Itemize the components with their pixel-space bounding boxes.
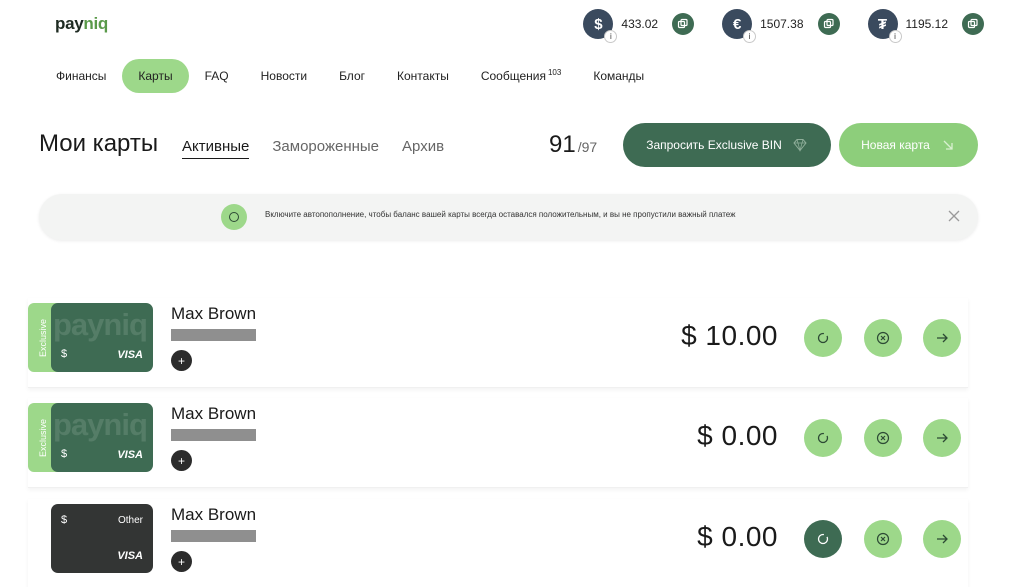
card-balance: $ 0.00 bbox=[697, 420, 778, 451]
balance-amount: 1195.12 bbox=[905, 17, 949, 31]
card-thumbnail[interactable]: payniq $ VISA bbox=[51, 303, 153, 372]
close-icon[interactable] bbox=[946, 208, 962, 224]
visa-logo: VISA bbox=[117, 550, 143, 562]
card-count-current: 91 bbox=[549, 131, 576, 158]
refresh-icon bbox=[817, 533, 829, 545]
cancel-circle-icon bbox=[876, 431, 890, 445]
arrow-right-icon bbox=[937, 333, 948, 343]
copy-button[interactable] bbox=[962, 13, 984, 35]
card-balance: $ 0.00 bbox=[697, 521, 778, 552]
nav-cards[interactable]: Карты bbox=[122, 59, 189, 93]
card-count-total: /97 bbox=[577, 139, 598, 155]
request-exclusive-bin-button[interactable]: Запросить Exclusive BIN bbox=[623, 123, 831, 167]
cancel-circle-icon bbox=[876, 331, 890, 345]
tab-frozen[interactable]: Замороженные bbox=[272, 138, 379, 159]
nav-faq[interactable]: FAQ bbox=[189, 59, 245, 93]
visa-logo: VISA bbox=[117, 449, 143, 461]
new-card-label: Новая карта bbox=[861, 138, 930, 152]
card-currency: $ bbox=[61, 514, 68, 526]
card-thumbnail[interactable]: payniq $ VISA bbox=[51, 403, 153, 472]
diamond-icon bbox=[793, 139, 807, 153]
refresh-icon bbox=[817, 432, 829, 444]
notice-text: Включите автопополнение, чтобы баланс ва… bbox=[265, 210, 736, 219]
arrow-down-right-icon bbox=[943, 140, 953, 150]
balance-eur: € i 1507.38 bbox=[722, 9, 840, 43]
copy-button[interactable] bbox=[817, 13, 840, 35]
open-card-button[interactable] bbox=[923, 419, 961, 457]
info-icon[interactable]: i bbox=[604, 30, 618, 43]
nav-teams[interactable]: Команды bbox=[577, 59, 660, 93]
copy-button[interactable] bbox=[672, 13, 695, 35]
tab-active[interactable]: Активные bbox=[182, 138, 250, 159]
masked-card-number bbox=[171, 530, 256, 542]
info-icon[interactable]: i bbox=[743, 30, 757, 43]
plus-icon[interactable]: + bbox=[171, 551, 192, 572]
open-card-button[interactable] bbox=[923, 319, 961, 357]
info-icon[interactable]: i bbox=[888, 30, 902, 43]
autotopup-button[interactable] bbox=[804, 319, 842, 357]
card-currency: $ bbox=[61, 448, 68, 460]
card-type-label: Other bbox=[117, 515, 143, 526]
freeze-button[interactable] bbox=[864, 419, 902, 457]
card-row[interactable]: Exclusive payniq $ VISA Max Brown + $ 0.… bbox=[28, 398, 968, 488]
plus-icon[interactable]: + bbox=[171, 450, 192, 471]
tab-archive[interactable]: Архив bbox=[402, 138, 444, 159]
nav-contacts[interactable]: Контакты bbox=[381, 59, 465, 93]
card-tabs: Активные Замороженные Архив bbox=[182, 138, 444, 159]
arrow-right-icon bbox=[937, 534, 948, 544]
freeze-button[interactable] bbox=[864, 319, 902, 357]
card-holder-name: Max Brown bbox=[171, 404, 257, 423]
euro-icon: € i bbox=[722, 9, 757, 43]
dollar-icon: $ i bbox=[583, 9, 618, 43]
card-holder-name: Max Brown bbox=[171, 304, 257, 323]
card-thumbnail[interactable]: $ Other VISA bbox=[51, 504, 153, 573]
page-title: Мои карты bbox=[39, 130, 159, 157]
balance-amount: 433.02 bbox=[621, 17, 659, 31]
card-holder-name: Max Brown bbox=[171, 505, 257, 524]
autotopup-button[interactable] bbox=[804, 419, 842, 457]
new-card-button[interactable]: Новая карта bbox=[839, 123, 978, 167]
autotopup-notice: Включите автопополнение, чтобы баланс ва… bbox=[39, 194, 978, 240]
logo-text-niq: niq bbox=[83, 14, 108, 33]
card-row[interactable]: Exclusive payniq $ VISA Max Brown + $ 10… bbox=[28, 298, 968, 388]
autotopup-button[interactable] bbox=[804, 520, 842, 558]
autotopup-icon bbox=[221, 204, 247, 230]
tether-icon: ₮ i bbox=[867, 9, 902, 43]
balances-bar: $ i 433.02 € i 1507.38 ₮ i 1195.12 bbox=[583, 9, 984, 43]
balance-amount: 1507.38 bbox=[760, 17, 804, 31]
refresh-icon bbox=[817, 332, 829, 344]
request-exclusive-bin-label: Запросить Exclusive BIN bbox=[646, 138, 782, 152]
masked-card-number bbox=[171, 329, 256, 341]
copy-icon bbox=[967, 18, 978, 29]
logo[interactable]: payniq bbox=[55, 14, 108, 34]
nav-finance[interactable]: Финансы bbox=[40, 59, 122, 93]
balance-usd: $ i 433.02 bbox=[583, 9, 695, 43]
arrow-right-icon bbox=[937, 433, 948, 443]
logo-text-pay: pay bbox=[55, 14, 84, 33]
nav-messages[interactable]: Сообщения 103 bbox=[465, 59, 578, 93]
copy-icon bbox=[678, 18, 688, 29]
card-currency: $ bbox=[61, 348, 68, 360]
card-count: 91/97 bbox=[549, 131, 597, 159]
freeze-button[interactable] bbox=[864, 520, 902, 558]
card-row[interactable]: $ Other VISA Max Brown + $ 0.00 bbox=[28, 499, 968, 587]
cancel-circle-icon bbox=[876, 532, 890, 546]
balance-usdt: ₮ i 1195.12 bbox=[867, 9, 984, 43]
visa-logo: VISA bbox=[117, 349, 143, 361]
card-watermark: payniq bbox=[53, 307, 148, 342]
card-balance: $ 10.00 bbox=[681, 320, 778, 351]
messages-count-badge: 103 bbox=[547, 67, 562, 77]
open-card-button[interactable] bbox=[923, 520, 961, 558]
plus-icon[interactable]: + bbox=[171, 350, 192, 371]
main-nav: Финансы Карты FAQ Новости Блог Контакты … bbox=[40, 59, 660, 93]
nav-news[interactable]: Новости bbox=[245, 59, 323, 93]
nav-blog[interactable]: Блог bbox=[323, 59, 381, 93]
masked-card-number bbox=[171, 429, 256, 441]
copy-icon bbox=[823, 18, 834, 29]
card-watermark: payniq bbox=[53, 407, 148, 442]
nav-messages-label: Сообщения bbox=[480, 69, 546, 83]
